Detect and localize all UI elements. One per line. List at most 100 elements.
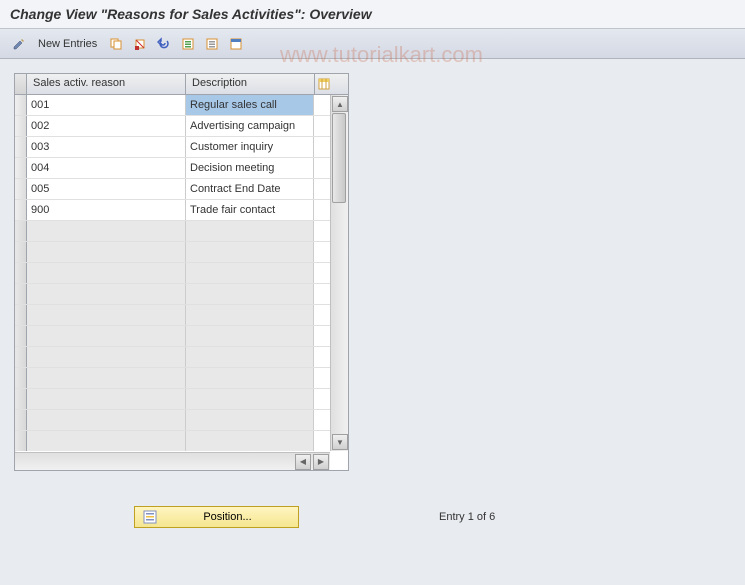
cell-desc (186, 200, 314, 220)
content-area: Sales activ. reason Description ▲ ▼ ◀ ▶ (0, 59, 745, 542)
code-input[interactable] (27, 200, 185, 220)
desc-input[interactable] (186, 179, 313, 199)
scroll-thumb[interactable] (332, 113, 346, 203)
row-selector[interactable] (15, 410, 27, 430)
column-header-code[interactable]: Sales activ. reason (27, 74, 186, 94)
cell-desc (186, 368, 314, 388)
row-selector[interactable] (15, 179, 27, 199)
row-selector[interactable] (15, 389, 27, 409)
code-input[interactable] (27, 221, 185, 241)
code-input[interactable] (27, 389, 185, 409)
desc-input[interactable] (186, 242, 313, 262)
column-header-desc[interactable]: Description (186, 74, 314, 94)
code-input[interactable] (27, 179, 185, 199)
toggle-button[interactable] (8, 34, 30, 54)
code-input[interactable] (27, 116, 185, 136)
cell-desc (186, 389, 314, 409)
table-row (15, 263, 330, 284)
cell-desc (186, 179, 314, 199)
cell-desc (186, 158, 314, 178)
cell-desc (186, 95, 314, 115)
table-row (15, 389, 330, 410)
code-input[interactable] (27, 368, 185, 388)
copy-button[interactable] (105, 34, 127, 54)
cell-desc (186, 284, 314, 304)
row-selector[interactable] (15, 95, 27, 115)
row-selector[interactable] (15, 368, 27, 388)
new-entries-button[interactable]: New Entries (32, 38, 103, 50)
cell-code (27, 368, 186, 388)
desc-input[interactable] (186, 221, 313, 241)
row-selector[interactable] (15, 200, 27, 220)
horizontal-scrollbar[interactable]: ◀ ▶ (15, 452, 330, 470)
desc-input[interactable] (186, 326, 313, 346)
table-body: ▲ ▼ (15, 95, 348, 451)
code-input[interactable] (27, 242, 185, 262)
table-row (15, 410, 330, 431)
config-button[interactable] (225, 34, 247, 54)
desc-input[interactable] (186, 137, 313, 157)
desc-input[interactable] (186, 305, 313, 325)
code-input[interactable] (27, 347, 185, 367)
desc-input[interactable] (186, 410, 313, 430)
table-row (15, 116, 330, 137)
desc-input[interactable] (186, 368, 313, 388)
row-selector[interactable] (15, 305, 27, 325)
code-input[interactable] (27, 326, 185, 346)
desc-input[interactable] (186, 347, 313, 367)
code-input[interactable] (27, 158, 185, 178)
table-settings-button[interactable] (314, 74, 332, 94)
code-input[interactable] (27, 284, 185, 304)
code-input[interactable] (27, 95, 185, 115)
position-button[interactable]: Position... (134, 506, 299, 528)
row-selector[interactable] (15, 137, 27, 157)
desc-input[interactable] (186, 284, 313, 304)
code-input[interactable] (27, 305, 185, 325)
table-row (15, 221, 330, 242)
deselect-all-button[interactable] (201, 34, 223, 54)
scroll-right-button[interactable]: ▶ (313, 454, 329, 470)
code-input[interactable] (27, 137, 185, 157)
cell-desc (186, 431, 314, 451)
cell-code (27, 95, 186, 115)
row-selector[interactable] (15, 221, 27, 241)
delete-button[interactable] (129, 34, 151, 54)
row-selector[interactable] (15, 431, 27, 451)
select-all-icon (181, 37, 195, 51)
code-input[interactable] (27, 263, 185, 283)
scroll-left-button[interactable]: ◀ (295, 454, 311, 470)
row-selector[interactable] (15, 326, 27, 346)
cell-code (27, 242, 186, 262)
undo-button[interactable] (153, 34, 175, 54)
scroll-up-button[interactable]: ▲ (332, 96, 348, 112)
row-selector[interactable] (15, 263, 27, 283)
delete-icon (133, 37, 147, 51)
table-row (15, 368, 330, 389)
cell-desc (186, 116, 314, 136)
cell-code (27, 347, 186, 367)
copy-icon (109, 37, 123, 51)
cell-desc (186, 305, 314, 325)
desc-input[interactable] (186, 431, 313, 451)
desc-input[interactable] (186, 263, 313, 283)
desc-input[interactable] (186, 158, 313, 178)
desc-input[interactable] (186, 95, 313, 115)
select-column-header[interactable] (15, 74, 27, 94)
row-selector[interactable] (15, 347, 27, 367)
scroll-down-button[interactable]: ▼ (332, 434, 348, 450)
cell-code (27, 221, 186, 241)
cell-code (27, 137, 186, 157)
cell-code (27, 200, 186, 220)
select-all-button[interactable] (177, 34, 199, 54)
cell-code (27, 410, 186, 430)
desc-input[interactable] (186, 389, 313, 409)
vertical-scrollbar[interactable]: ▲ ▼ (330, 95, 348, 451)
desc-input[interactable] (186, 116, 313, 136)
code-input[interactable] (27, 431, 185, 451)
row-selector[interactable] (15, 284, 27, 304)
row-selector[interactable] (15, 158, 27, 178)
code-input[interactable] (27, 410, 185, 430)
row-selector[interactable] (15, 116, 27, 136)
desc-input[interactable] (186, 200, 313, 220)
row-selector[interactable] (15, 242, 27, 262)
